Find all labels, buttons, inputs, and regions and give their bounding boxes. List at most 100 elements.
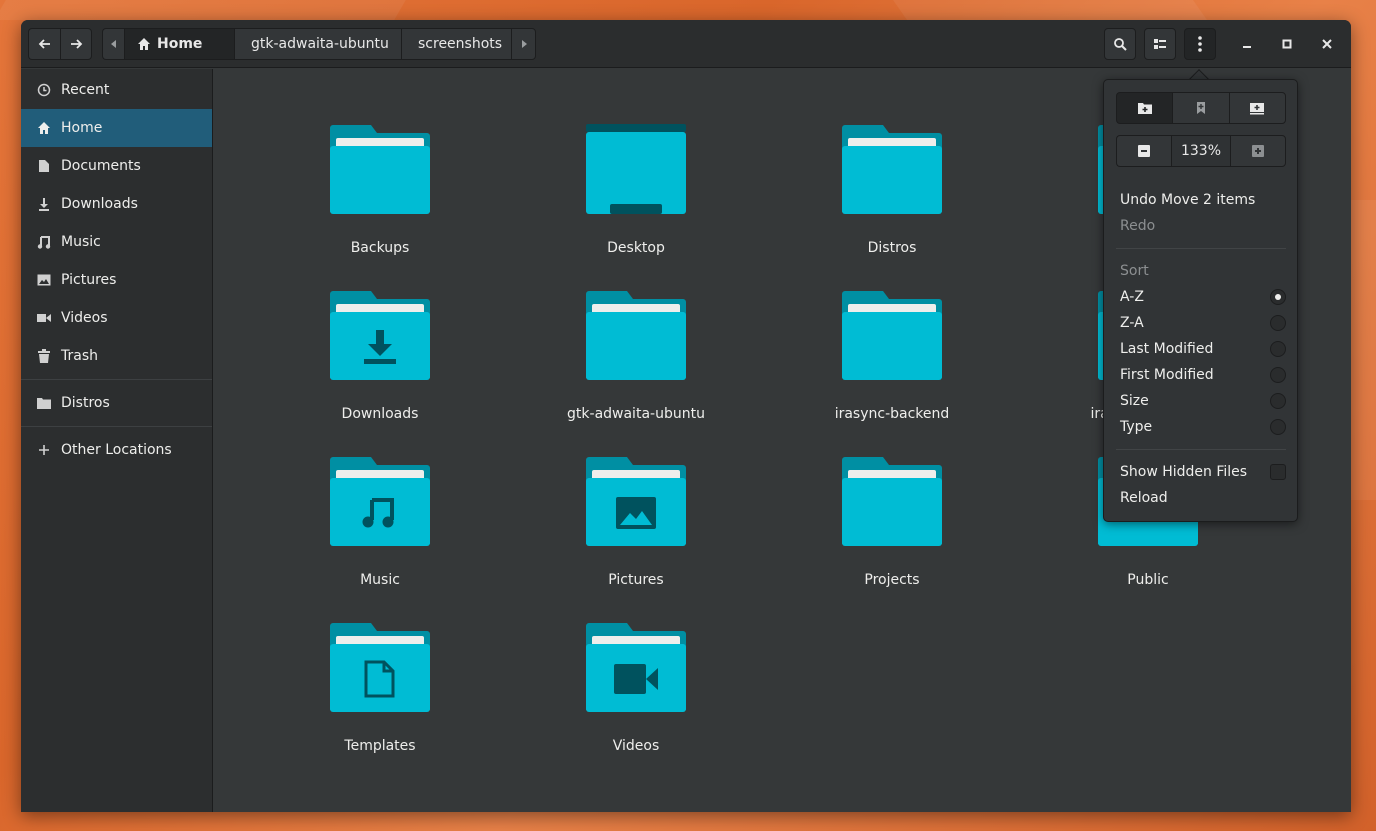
sidebar-item-label: Downloads (61, 196, 138, 212)
folder-icon (586, 457, 686, 546)
folder-item[interactable]: Backups (290, 124, 470, 274)
folder-name: Desktop (607, 240, 665, 256)
sort-option-last-modified[interactable]: Last Modified (1120, 336, 1286, 362)
view-menu-popover: 133% Undo Move 2 items Redo Sort A-Z Z-A… (1103, 79, 1298, 522)
radio-button[interactable] (1270, 315, 1286, 331)
plus-icon (37, 443, 51, 457)
folder-item[interactable]: Pictures (546, 456, 726, 606)
sort-option-a-z[interactable]: A-Z (1120, 284, 1286, 310)
radio-button[interactable] (1270, 289, 1286, 305)
sidebar-item-trash[interactable]: Trash (21, 337, 212, 375)
folder-name: Backups (350, 240, 410, 256)
folder-item[interactable]: gtk-adwaita-ubuntu (546, 290, 726, 440)
menu-separator (1116, 248, 1286, 249)
folder-icon (330, 457, 430, 546)
folder-item[interactable]: Downloads (290, 290, 470, 440)
home-icon (138, 38, 150, 50)
sidebar-item-home[interactable]: Home (21, 109, 212, 147)
folder-item[interactable]: Distros (802, 124, 982, 274)
forward-button[interactable] (60, 28, 92, 60)
sort-option-z-a[interactable]: Z-A (1120, 310, 1286, 336)
folder-item[interactable]: Templates (290, 622, 470, 772)
minimize-icon (1243, 46, 1251, 48)
sidebar-item-documents[interactable]: Documents (21, 147, 212, 185)
breadcrumb-label: Home (157, 36, 203, 52)
pan-end-icon (521, 40, 527, 48)
reload-menu-item[interactable]: Reload (1120, 485, 1286, 511)
menu-separator (1116, 449, 1286, 450)
new-folder-button[interactable] (1116, 92, 1173, 124)
zoom-in-button[interactable] (1230, 135, 1286, 167)
radio-button[interactable] (1270, 341, 1286, 357)
wallpaper-shard (892, 0, 1208, 20)
zoom-in-icon (1252, 145, 1265, 157)
path-scroll-right-button[interactable] (511, 28, 536, 60)
breadcrumb-label: screenshots (418, 36, 503, 52)
undo-menu-item[interactable]: Undo Move 2 items (1120, 187, 1286, 213)
navigation-buttons (28, 28, 92, 60)
sort-option-type[interactable]: Type (1120, 414, 1286, 440)
sort-header: Sort (1120, 263, 1149, 279)
folder-item[interactable]: Videos (546, 622, 726, 772)
view-toggle-button[interactable] (1144, 28, 1176, 60)
music-icon (37, 235, 51, 249)
folder-icon (586, 623, 686, 712)
sidebar-separator (21, 379, 212, 380)
folder-name: gtk-adwaita-ubuntu (567, 406, 705, 422)
maximize-button[interactable] (1277, 34, 1297, 54)
close-button[interactable] (1317, 34, 1337, 54)
wallpaper-shard (0, 0, 406, 20)
redo-menu-item[interactable]: Redo (1120, 213, 1286, 239)
folder-icon (842, 125, 942, 214)
search-icon (1114, 38, 1127, 51)
folder-icon (586, 291, 686, 380)
new-tab-button[interactable] (1228, 92, 1286, 124)
breadcrumb-home[interactable]: Home (124, 28, 234, 60)
sidebar-item-pictures[interactable]: Pictures (21, 261, 212, 299)
sidebar-item-other-locations[interactable]: Other Locations (21, 431, 212, 469)
show-hidden-files-item[interactable]: Show Hidden Files (1120, 459, 1286, 485)
sort-option-first-modified[interactable]: First Modified (1120, 362, 1286, 388)
radio-button[interactable] (1270, 367, 1286, 383)
back-button[interactable] (28, 28, 60, 60)
checkbox[interactable] (1270, 464, 1286, 480)
search-button[interactable] (1104, 28, 1136, 60)
bookmark-button[interactable] (1172, 92, 1229, 124)
folder-item[interactable]: Projects (802, 456, 982, 606)
folder-icon (330, 623, 430, 712)
sidebar-item-label: Recent (61, 82, 110, 98)
folder-item[interactable]: Desktop (546, 124, 726, 274)
folder-name: Downloads (341, 406, 419, 422)
folder-name: Projects (864, 572, 920, 588)
folder-icon (330, 291, 430, 380)
sidebar-item-distros[interactable]: Distros (21, 384, 212, 422)
download-icon (37, 197, 51, 211)
menu-button[interactable] (1184, 28, 1216, 60)
sidebar-item-downloads[interactable]: Downloads (21, 185, 212, 223)
sidebar-item-videos[interactable]: Videos (21, 299, 212, 337)
sort-option-label: Type (1120, 419, 1153, 435)
sort-option-size[interactable]: Size (1120, 388, 1286, 414)
sort-option-label: Size (1120, 393, 1149, 409)
radio-button[interactable] (1270, 419, 1286, 435)
folder-item[interactable]: irasync-backend (802, 290, 982, 440)
menu-icon (1198, 36, 1202, 52)
breadcrumb-gtk-adwaita-ubuntu[interactable]: gtk-adwaita-ubuntu (234, 28, 401, 60)
breadcrumb-screenshots[interactable]: screenshots (401, 28, 511, 60)
radio-button[interactable] (1270, 393, 1286, 409)
sidebar-item-music[interactable]: Music (21, 223, 212, 261)
zoom-controls: 133% (1116, 135, 1286, 167)
sidebar-item-label: Trash (61, 348, 98, 364)
minimize-button[interactable] (1237, 34, 1257, 54)
show-hidden-label: Show Hidden Files (1120, 464, 1248, 480)
folder-icon (842, 291, 942, 380)
pan-start-icon (110, 40, 116, 48)
folder-item[interactable]: Music (290, 456, 470, 606)
sidebar-item-label: Documents (61, 158, 141, 174)
folder-name: Pictures (608, 572, 664, 588)
path-scroll-left-button[interactable] (102, 28, 124, 60)
sidebar-item-label: Music (61, 234, 101, 250)
zoom-out-button[interactable] (1116, 135, 1171, 167)
sidebar-item-recent[interactable]: Recent (21, 71, 212, 109)
sidebar-item-label: Other Locations (61, 442, 172, 458)
